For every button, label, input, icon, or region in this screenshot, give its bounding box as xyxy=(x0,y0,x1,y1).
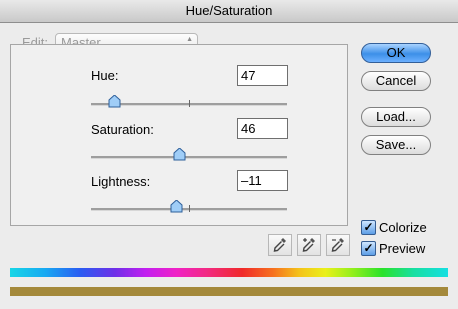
eyedropper-button[interactable] xyxy=(268,234,292,256)
hue-slider[interactable] xyxy=(91,95,287,108)
load-button[interactable]: Load... xyxy=(361,107,431,127)
hue-thumb[interactable] xyxy=(108,95,121,108)
eyedropper-minus-icon xyxy=(331,238,344,252)
check-icon: ✓ xyxy=(361,220,376,235)
lightness-input[interactable]: –11 xyxy=(237,170,288,191)
saturation-slider[interactable] xyxy=(91,148,287,161)
eyedropper-icon xyxy=(273,238,286,252)
output-color-bar xyxy=(10,287,448,296)
hue-center-tick xyxy=(189,100,190,107)
eyedropper-minus-button[interactable] xyxy=(326,234,350,256)
cancel-button[interactable]: Cancel xyxy=(361,71,431,91)
saturation-label: Saturation: xyxy=(91,122,154,137)
colorize-label: Colorize xyxy=(379,220,427,235)
lightness-center-tick xyxy=(189,205,190,212)
hue-input[interactable]: 47 xyxy=(237,65,288,86)
saturation-thumb[interactable] xyxy=(173,148,186,161)
ok-button[interactable]: OK xyxy=(361,43,431,63)
eyedropper-plus-icon xyxy=(302,238,315,252)
save-button[interactable]: Save... xyxy=(361,135,431,155)
preview-label: Preview xyxy=(379,241,426,256)
lightness-thumb[interactable] xyxy=(170,200,183,213)
check-icon: ✓ xyxy=(361,241,376,256)
input-spectrum-bar xyxy=(10,268,448,277)
saturation-input[interactable]: 46 xyxy=(237,118,288,139)
hue-label: Hue: xyxy=(91,68,119,83)
window-title: Hue/Saturation xyxy=(0,0,458,23)
eyedropper-plus-button[interactable] xyxy=(297,234,321,256)
lightness-label: Lightness: xyxy=(91,174,151,189)
lightness-slider[interactable] xyxy=(91,200,287,213)
adjustment-group: Hue: 47 Saturation: 46 Lightness: –11 xyxy=(10,44,348,226)
